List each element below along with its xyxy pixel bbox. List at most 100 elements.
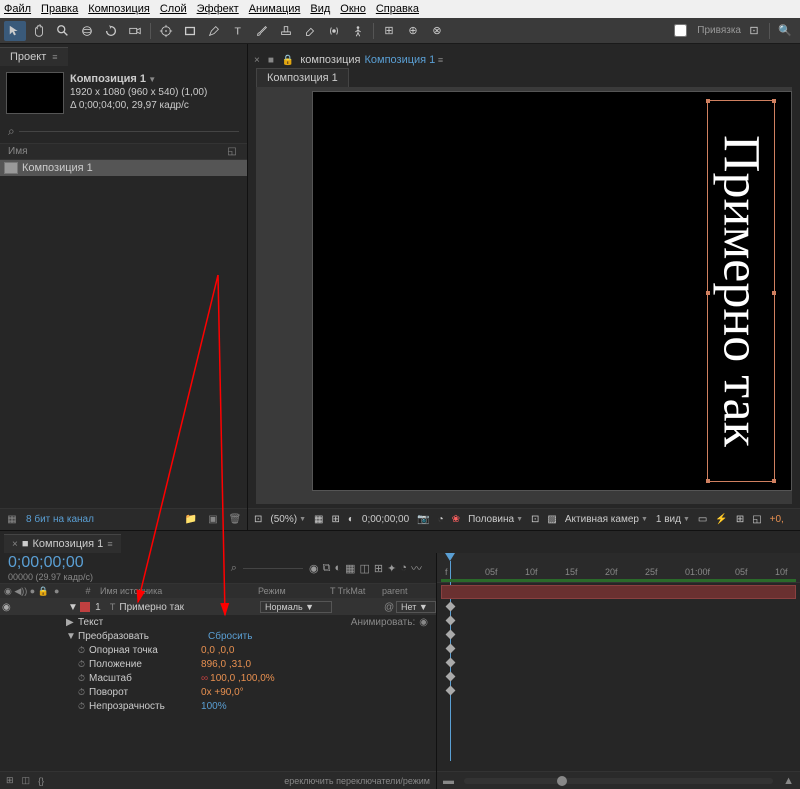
opacity-value[interactable]: 100%	[201, 701, 227, 712]
menu-help[interactable]: Справка	[376, 3, 419, 15]
rotate-tool-icon[interactable]	[100, 21, 122, 41]
pen-tool-icon[interactable]	[203, 21, 225, 41]
rect-tool-icon[interactable]	[179, 21, 201, 41]
stopwatch-icon[interactable]: ⏱	[78, 645, 85, 656]
transparency-icon[interactable]: ▨	[547, 514, 556, 525]
reset-button[interactable]: Сбросить	[208, 631, 252, 642]
new-comp-icon[interactable]: ▣	[205, 513, 221, 527]
tl-frame-blend-icon[interactable]: ▦	[345, 562, 355, 575]
menu-effect[interactable]: Эффект	[197, 3, 239, 15]
constrain-icon[interactable]: ∞	[201, 673, 208, 684]
layer-color-icon[interactable]	[80, 602, 90, 612]
hand-tool-icon[interactable]	[28, 21, 50, 41]
magnify-icon[interactable]: ⊡	[254, 514, 262, 525]
menu-layer[interactable]: Слой	[160, 3, 187, 15]
animate-button[interactable]: Анимировать: ◉	[351, 617, 428, 628]
text-layer[interactable]: Примерно так	[711, 102, 771, 480]
viewer-lock-icon[interactable]: 🔒	[280, 55, 296, 66]
name-column-header[interactable]: Имя	[8, 146, 225, 157]
viewer-canvas[interactable]: Примерно так	[256, 87, 792, 504]
transform-group-row[interactable]: ▼ Преобразовать Сбросить	[0, 629, 436, 643]
project-item[interactable]: Композиция 1	[0, 160, 247, 176]
viewer-subtab[interactable]: Композиция 1	[256, 68, 349, 87]
timeline-ruler[interactable]: f 05f 10f 15f 20f 25f 01:00f 05f 10f	[437, 553, 800, 583]
scale-row[interactable]: ⏱ Масштаб ∞ 100,0 ,100,0%	[0, 671, 436, 685]
search-icon[interactable]: ⌕	[8, 124, 15, 139]
new-folder-icon[interactable]: 📁	[183, 513, 199, 527]
puppet-tool-icon[interactable]	[347, 21, 369, 41]
menu-view[interactable]: Вид	[310, 3, 330, 15]
tl-draft3d-icon[interactable]: ⊞	[374, 562, 383, 575]
resolution-icon[interactable]: ▦	[314, 514, 323, 525]
stopwatch-icon[interactable]: ⏱	[78, 659, 85, 670]
camera-dropdown[interactable]: Активная камер	[565, 514, 648, 525]
mask-icon[interactable]: ◐	[348, 514, 354, 525]
scale-value[interactable]: 100,0 ,100,0%	[210, 673, 275, 684]
color-icon[interactable]: ❀	[452, 514, 460, 525]
tl-shy-icon[interactable]: ⧉	[323, 562, 331, 575]
video-toggle-icon[interactable]: ◉	[2, 602, 11, 613]
type-column-header[interactable]: ◱	[225, 146, 239, 157]
project-search-input[interactable]	[19, 131, 239, 132]
disclosure-icon[interactable]: ▼	[66, 631, 78, 642]
quality-dropdown[interactable]: Половина	[468, 514, 523, 525]
text-group-row[interactable]: ▶ Текст Анимировать: ◉	[0, 615, 436, 629]
bpc-button[interactable]: 8 бит на канал	[26, 514, 94, 525]
layer-disclosure-icon[interactable]: ▼	[68, 602, 78, 613]
exposure-icon[interactable]: +0,	[770, 514, 784, 525]
viewer-tab[interactable]: Композиция 1	[365, 54, 444, 66]
project-tab[interactable]: Проект	[0, 47, 68, 66]
position-row[interactable]: ⏱ Положение 896,0 ,31,0	[0, 657, 436, 671]
pan-behind-tool-icon[interactable]	[155, 21, 177, 41]
orbit-tool-icon[interactable]	[76, 21, 98, 41]
view-axis-icon[interactable]: ⊗	[426, 21, 448, 41]
tl-3d-icon[interactable]: ◫	[360, 562, 370, 575]
timecode-display[interactable]: 0;00;00;00	[362, 514, 409, 525]
roto-tool-icon[interactable]	[323, 21, 345, 41]
stopwatch-icon[interactable]: ⏱	[78, 673, 85, 684]
view-dropdown[interactable]: 1 вид	[656, 514, 690, 525]
menu-file[interactable]: Файл	[4, 3, 31, 15]
work-area-bar[interactable]	[441, 579, 796, 582]
interpret-footage-icon[interactable]: ▦	[4, 513, 20, 527]
timeline-icon[interactable]: ⊞	[736, 514, 744, 525]
trash-icon[interactable]: 🗑	[227, 513, 243, 527]
brush-tool-icon[interactable]	[251, 21, 273, 41]
pickwhip-icon[interactable]: @	[384, 602, 396, 613]
tl-auto-key-icon[interactable]: ◔	[400, 562, 407, 574]
timeline-close-icon[interactable]: ×	[12, 539, 18, 550]
eraser-tool-icon[interactable]	[299, 21, 321, 41]
opacity-row[interactable]: ⏱ Непрозрачность 100%	[0, 699, 436, 713]
layer-row[interactable]: ◉ ▼ 1 T Примерно так Нормаль ▼ @ Нет ▼	[0, 599, 436, 615]
rotation-value[interactable]: 0x +90,0°	[201, 687, 244, 698]
snap-option-icon[interactable]: ⊡	[743, 21, 765, 41]
toggle-brackets-icon[interactable]: {}	[38, 776, 44, 786]
name-header[interactable]: Имя источника	[96, 586, 258, 596]
snap-checkbox[interactable]	[674, 24, 687, 37]
toggle-switches-icon[interactable]: ⊞	[6, 775, 14, 786]
tl-motion-blur-icon[interactable]: ◐	[334, 562, 341, 574]
grid-icon[interactable]: ⊞	[331, 514, 339, 525]
timeline-tab[interactable]: × ■ Композиция 1	[4, 534, 121, 553]
tl-brainstorm-icon[interactable]: ✦	[387, 562, 396, 575]
stopwatch-icon[interactable]: ⏱	[78, 701, 85, 712]
comp-name[interactable]: Композиция 1	[70, 72, 207, 86]
snapshot-icon[interactable]: 📷	[417, 514, 429, 525]
flowchart-icon[interactable]: ◱	[752, 514, 761, 525]
comp-thumbnail[interactable]	[6, 72, 64, 114]
anchor-value[interactable]: 0,0 ,0,0	[201, 645, 234, 656]
zoom-slider[interactable]	[464, 778, 773, 784]
trkmat-header[interactable]: T TrkMat	[330, 586, 382, 596]
channel-icon[interactable]: ◔	[438, 514, 444, 525]
pixel-aspect-icon[interactable]: ▭	[698, 514, 707, 525]
stopwatch-icon[interactable]: ⏱	[78, 687, 85, 698]
toggle-modes-icon[interactable]: ◫	[22, 775, 31, 786]
menu-window[interactable]: Окно	[340, 3, 366, 15]
timeline-search-icon[interactable]: ⌕	[231, 562, 237, 575]
timeline-timecode[interactable]: 0;00;00;00	[8, 554, 93, 572]
menu-animation[interactable]: Анимация	[249, 3, 301, 15]
menu-composition[interactable]: Композиция	[88, 3, 150, 15]
tl-graph-icon[interactable]: ◉	[309, 562, 319, 575]
search-icon[interactable]: 🔍	[774, 21, 796, 41]
zoom-tool-icon[interactable]	[52, 21, 74, 41]
